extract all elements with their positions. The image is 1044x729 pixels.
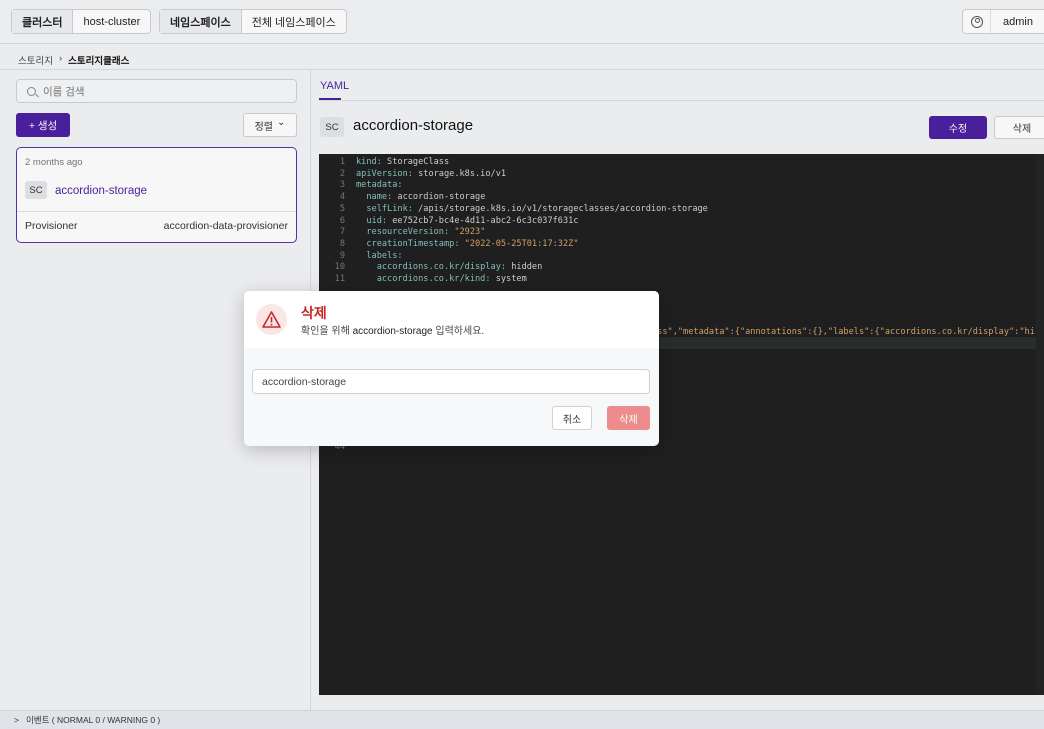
confirm-name-input[interactable]: accordion-storage bbox=[252, 369, 650, 394]
delete-confirm-dialog: 삭제 확인을 위해 accordion-storage 입력하세요. accor… bbox=[244, 291, 659, 446]
cancel-button[interactable]: 취소 bbox=[552, 406, 592, 430]
dialog-message-name: accordion-storage bbox=[352, 326, 433, 337]
dialog-title: 삭제 bbox=[301, 305, 327, 321]
dialog-message: 확인을 위해 accordion-storage 입력하세요. bbox=[301, 322, 484, 337]
dialog-message-prefix: 확인을 위해 bbox=[301, 326, 350, 337]
dialog-message-suffix: 입력하세요. bbox=[435, 326, 485, 337]
warning-triangle-icon bbox=[256, 304, 287, 335]
event-bar[interactable]: > 이벤트 ( NORMAL 0 / WARNING 0 ) bbox=[0, 710, 1044, 729]
dialog-header: 삭제 확인을 위해 accordion-storage 입력하세요. bbox=[244, 291, 659, 348]
event-summary: 이벤트 ( NORMAL 0 / WARNING 0 ) bbox=[25, 715, 161, 725]
chevron-right-icon: > bbox=[14, 715, 19, 725]
confirm-delete-button[interactable]: 삭제 bbox=[607, 406, 650, 430]
